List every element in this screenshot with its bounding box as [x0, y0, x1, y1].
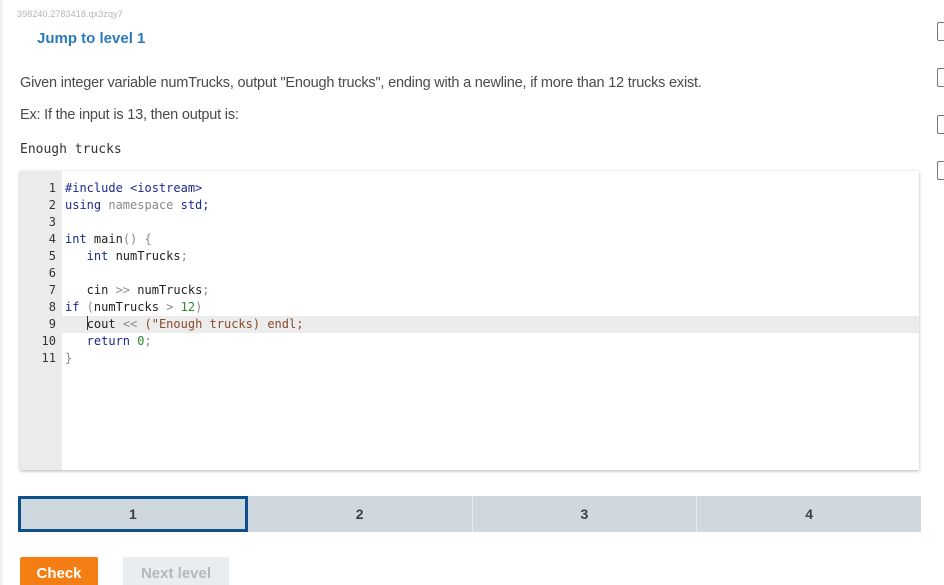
code-token: >	[158, 300, 181, 314]
code-token: numTrucks	[137, 283, 203, 297]
code-token: ;	[180, 249, 188, 263]
line-number: 9	[48, 317, 56, 331]
side-checkbox-4[interactable]	[937, 161, 944, 180]
code-token: numTrucks	[93, 300, 159, 314]
line-source: cout << ("Enough trucks) endl;	[65, 316, 303, 333]
left-border	[0, 0, 3, 585]
line-number: 11	[41, 351, 56, 365]
side-checkbox-2[interactable]	[937, 68, 944, 87]
code-line[interactable]: 10 return 0;	[20, 333, 919, 350]
line-number: 4	[48, 232, 56, 246]
code-line[interactable]: 3	[20, 214, 919, 231]
line-source: cin >> numTrucks;	[65, 282, 210, 299]
code-token: >>	[108, 283, 138, 297]
level-selector: 1234	[18, 496, 921, 532]
line-source: using namespace std;	[65, 197, 210, 214]
level-tab-2[interactable]: 2	[247, 496, 473, 532]
code-token: ;	[202, 283, 210, 297]
code-token: numTrucks	[108, 249, 181, 263]
problem-prompt: Given integer variable numTrucks, output…	[20, 75, 702, 91]
code-token: #include <iostream>	[65, 181, 203, 195]
code-token: )	[195, 300, 203, 314]
code-line[interactable]: 7 cin >> numTrucks;	[20, 282, 919, 299]
expected-output: Enough trucks	[20, 142, 122, 157]
line-number: 1	[48, 181, 56, 195]
level-tab-1[interactable]: 1	[18, 496, 248, 532]
code-lines[interactable]: 1 #include <iostream> 2 using namespace std…	[20, 180, 919, 367]
code-token: ("Enough trucks) endl;	[144, 317, 304, 331]
line-number: 3	[48, 215, 56, 229]
code-token: <<	[115, 317, 145, 331]
line-number: 2	[48, 198, 56, 212]
code-token: namespace	[101, 198, 181, 212]
code-token: () {	[122, 232, 152, 246]
code-token: int	[65, 249, 109, 263]
line-source: if (numTrucks > 12)	[65, 299, 202, 316]
code-token: cin	[65, 283, 109, 297]
code-line[interactable]: 2 using namespace std;	[20, 197, 919, 214]
code-token: ;	[144, 334, 152, 348]
code-line[interactable]: 6	[20, 265, 919, 282]
code-token: using	[65, 198, 102, 212]
side-checkbox-3[interactable]	[937, 115, 944, 134]
activity-id: 398240.2783418.qx3zqy7	[17, 9, 123, 19]
check-button[interactable]: Check	[20, 557, 98, 585]
line-number: 10	[41, 334, 56, 348]
code-line[interactable]: 5 int numTrucks;	[20, 248, 919, 265]
code-token: std;	[180, 198, 210, 212]
line-number: 7	[48, 283, 56, 297]
line-number: 5	[48, 249, 56, 263]
line-source: int numTrucks;	[65, 248, 188, 265]
code-token: if	[65, 300, 80, 314]
code-token: cout	[86, 317, 116, 331]
code-token: }	[65, 351, 73, 365]
code-token: (	[79, 300, 94, 314]
code-token: main	[86, 232, 123, 246]
example-text: Ex: If the input is 13, then output is:	[20, 107, 239, 123]
line-source: int main() {	[65, 231, 152, 248]
line-number: 8	[48, 300, 56, 314]
code-line[interactable]: 8 if (numTrucks > 12)	[20, 299, 919, 316]
code-token: int	[65, 232, 87, 246]
jump-to-level-link[interactable]: Jump to level 1	[37, 30, 145, 47]
code-line[interactable]: 4 int main() {	[20, 231, 919, 248]
line-source: #include <iostream>	[65, 180, 202, 197]
line-source: }	[65, 350, 72, 367]
code-token: 0	[137, 334, 145, 348]
code-token: 12	[180, 300, 196, 314]
level-tab-4[interactable]: 4	[697, 496, 921, 532]
line-source: return 0;	[65, 333, 152, 350]
side-checkbox-1[interactable]	[937, 22, 944, 41]
code-token: return	[65, 334, 131, 348]
code-editor[interactable]: 1 #include <iostream> 2 using namespace std…	[20, 171, 919, 470]
next-level-button[interactable]: Next level	[123, 557, 229, 585]
code-line[interactable]: 9 cout << ("Enough trucks) endl;	[20, 316, 919, 333]
level-tab-3[interactable]: 3	[472, 496, 698, 532]
code-line[interactable]: 1 #include <iostream>	[20, 180, 919, 197]
line-number: 6	[48, 266, 56, 280]
code-line[interactable]: 11}	[20, 350, 919, 367]
